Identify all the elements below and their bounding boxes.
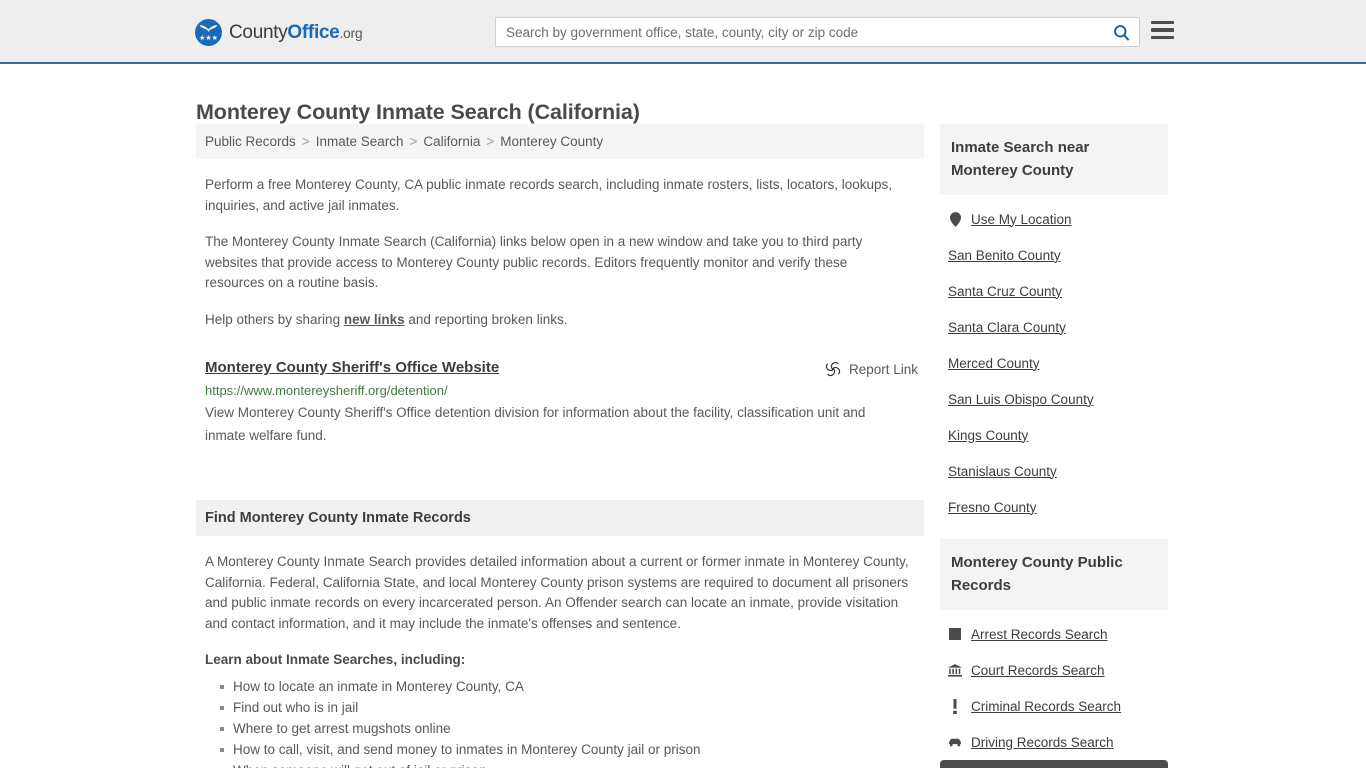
list-item: Where to get arrest mugshots online xyxy=(220,718,924,739)
sidebar-item-arrest-records-search[interactable]: Arrest Records Search xyxy=(940,616,1168,652)
breadcrumb-item-inmate-search[interactable]: Inmate Search xyxy=(316,134,404,149)
hamburger-bar-1 xyxy=(1151,21,1174,25)
search-bar xyxy=(495,17,1140,47)
listing-title-link[interactable]: Monterey County Sheriff's Office Website xyxy=(205,359,499,376)
sidebar-near-links: Use My Location San Benito County Santa … xyxy=(940,195,1168,525)
fingerprint-icon xyxy=(948,628,962,640)
learn-about-heading: Learn about Inmate Searches, including: xyxy=(205,652,466,667)
search-input[interactable] xyxy=(496,18,1103,46)
breadcrumb-separator-1: > xyxy=(301,134,310,149)
sidebar-item-label: Criminal Records Search xyxy=(971,698,1122,714)
list-item: When someone will get out of jail or pri… xyxy=(233,760,924,768)
breadcrumb-item-california[interactable]: California xyxy=(423,134,480,149)
logo-text-county: County xyxy=(229,21,288,43)
sidebar-item-fresno-county[interactable]: Fresno County xyxy=(940,489,1168,525)
sidebar-item-kings-county[interactable]: Kings County xyxy=(940,417,1168,453)
sidebar-item-label: San Benito County xyxy=(948,247,1061,263)
sidebar-item-label: Stanislaus County xyxy=(948,463,1057,479)
fingerprint-glyph xyxy=(949,628,961,640)
sidebar-item-inmate-search[interactable]: Inmate Search xyxy=(940,760,1168,768)
sidebar-item-santa-clara-county[interactable]: Santa Clara County xyxy=(940,309,1168,345)
share-text-after: and reporting broken links. xyxy=(404,311,568,327)
sidebar-item-merced-county[interactable]: Merced County xyxy=(940,345,1168,381)
broken-link-icon xyxy=(825,361,841,377)
sidebar-heading-near: Inmate Search near Monterey County xyxy=(940,124,1168,195)
sidebar-item-use-my-location[interactable]: Use My Location xyxy=(940,201,1168,237)
logo-text: CountyOffice.org xyxy=(229,21,363,44)
report-link-button[interactable]: Report Link xyxy=(825,361,918,377)
intro-paragraph-2: The Monterey County Inmate Search (Calif… xyxy=(205,234,863,290)
sidebar: Inmate Search near Monterey County Use M… xyxy=(940,124,1168,768)
intro-paragraph-1: Perform a free Monterey County, CA publi… xyxy=(205,177,893,213)
sidebar-item-stanislaus-county[interactable]: Stanislaus County xyxy=(940,453,1168,489)
sidebar-item-label: Arrest Records Search xyxy=(971,626,1108,642)
sidebar-item-label: Fresno County xyxy=(948,499,1037,515)
breadcrumb-item-public-records[interactable]: Public Records xyxy=(205,134,296,149)
exclamation-icon xyxy=(948,698,962,714)
sidebar-item-san-benito-county[interactable]: San Benito County xyxy=(940,237,1168,273)
learn-about-list: How to locate an inmate in Monterey Coun… xyxy=(205,676,924,768)
sidebar-item-criminal-records-search[interactable]: Criminal Records Search xyxy=(940,688,1168,724)
hamburger-menu-icon[interactable] xyxy=(1151,21,1174,39)
car-icon xyxy=(948,737,962,748)
exclamation-glyph xyxy=(953,698,957,714)
listing-description: View Monterey County Sheriff's Office de… xyxy=(205,405,866,443)
sidebar-item-label: Santa Cruz County xyxy=(948,283,1063,299)
stars-glyph: ★★★ xyxy=(199,35,218,42)
intro-paragraph-3: Help others by sharing new links and rep… xyxy=(205,310,905,331)
sidebar-item-label: Driving Records Search xyxy=(971,734,1114,750)
page-title: Monterey County Inmate Search (Californi… xyxy=(196,100,640,125)
map-pin-glyph xyxy=(949,211,961,227)
sidebar-item-label: Merced County xyxy=(948,355,1040,371)
hamburger-bar-3 xyxy=(1151,35,1174,39)
list-item: How to locate an inmate in Monterey Coun… xyxy=(220,676,924,697)
sidebar-item-label: San Luis Obispo County xyxy=(948,391,1094,407)
courthouse-glyph xyxy=(948,663,962,677)
map-pin-icon xyxy=(948,211,962,227)
logo-text-org: .org xyxy=(339,24,363,41)
search-icon xyxy=(1113,24,1129,41)
sidebar-item-court-records-search[interactable]: Court Records Search xyxy=(940,652,1168,688)
list-item: Find out who is in jail xyxy=(220,697,924,718)
sidebar-item-label: Santa Clara County xyxy=(948,319,1066,335)
main-content-column: Public Records > Inmate Search > Califor… xyxy=(196,124,924,768)
breadcrumb-separator-2: > xyxy=(409,134,418,149)
sidebar-item-label: Court Records Search xyxy=(971,662,1105,678)
sidebar-heading-public-records: Monterey County Public Records xyxy=(940,539,1168,610)
report-link-label: Report Link xyxy=(848,361,918,377)
site-header: ★★★ CountyOffice.org xyxy=(0,0,1366,64)
logo-text-office: Office xyxy=(287,21,340,43)
share-text-before: Help others by sharing xyxy=(205,311,344,327)
sidebar-public-records-links: Arrest Records Search Court Records Sear… xyxy=(940,610,1168,768)
sidebar-item-santa-cruz-county[interactable]: Santa Cruz County xyxy=(940,273,1168,309)
listing-item: Monterey County Sheriff's Office Website… xyxy=(205,359,918,447)
sidebar-item-label: Kings County xyxy=(948,427,1029,443)
courthouse-icon xyxy=(948,663,962,677)
eagle-seal-icon: ★★★ xyxy=(195,19,222,46)
eagle-glyph xyxy=(199,25,218,32)
find-records-body: A Monterey County Inmate Search provides… xyxy=(205,554,909,631)
search-button[interactable] xyxy=(1103,18,1139,46)
car-glyph xyxy=(949,738,961,746)
hamburger-bar-2 xyxy=(1151,28,1174,32)
listing-url: https://www.montereysheriff.org/detentio… xyxy=(205,383,448,398)
new-links-link[interactable]: new links xyxy=(344,312,405,327)
sidebar-item-san-luis-obispo-county[interactable]: San Luis Obispo County xyxy=(940,381,1168,417)
site-logo[interactable]: ★★★ CountyOffice.org xyxy=(195,19,363,46)
list-item: How to call, visit, and send money to in… xyxy=(220,739,924,760)
breadcrumb-item-monterey-county[interactable]: Monterey County xyxy=(500,134,603,149)
breadcrumb-separator-3: > xyxy=(486,134,495,149)
breadcrumb: Public Records > Inmate Search > Califor… xyxy=(196,124,924,159)
sidebar-item-label: Use My Location xyxy=(971,211,1072,227)
sidebar-item-driving-records-search[interactable]: Driving Records Search xyxy=(940,724,1168,760)
find-records-heading: Find Monterey County Inmate Records xyxy=(196,500,924,536)
